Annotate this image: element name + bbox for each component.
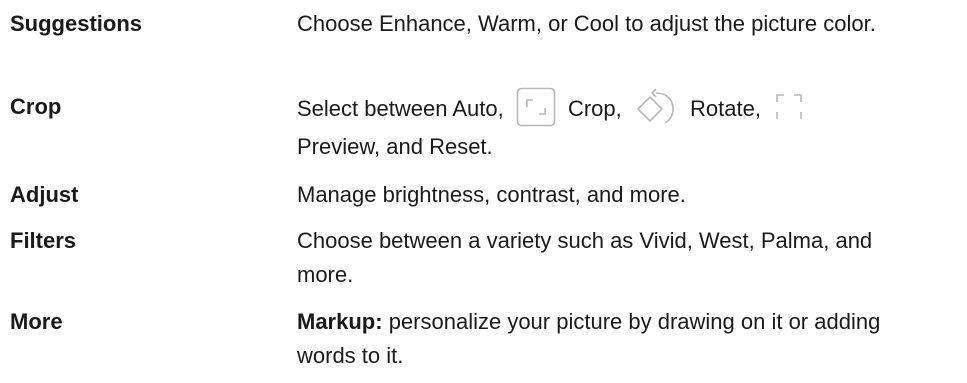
term-description: Markup: personalize your picture by draw… [297, 305, 897, 373]
term-label: Adjust [10, 182, 79, 207]
description-text: personalize your picture by drawing on i… [297, 309, 881, 368]
preview-icon [773, 91, 805, 123]
description-text: Crop, [567, 95, 622, 121]
term-label: More [10, 309, 63, 334]
term-description: Manage brightness, contrast, and more. [297, 182, 686, 207]
description-bold-label: Markup: [297, 309, 383, 334]
term-description: Select between Auto, Crop, Rotate, Previ… [297, 87, 897, 164]
term-label: Filters [10, 228, 77, 253]
rotate-icon [634, 87, 678, 127]
description-text: Preview, and Reset. [297, 134, 493, 159]
crop-icon [516, 87, 556, 127]
term-label: Crop [10, 94, 62, 119]
term-label: Suggestions [10, 11, 143, 36]
description-text: Rotate, [690, 95, 761, 121]
term-description: Choose between a variety such as Vivid, … [297, 228, 873, 287]
term-description: Choose Enhance, Warm, or Cool to adjust … [297, 11, 876, 36]
description-text: Select between Auto, [297, 95, 504, 121]
feature-table: Suggestions Choose Enhance, Warm, or Coo… [0, 0, 967, 383]
